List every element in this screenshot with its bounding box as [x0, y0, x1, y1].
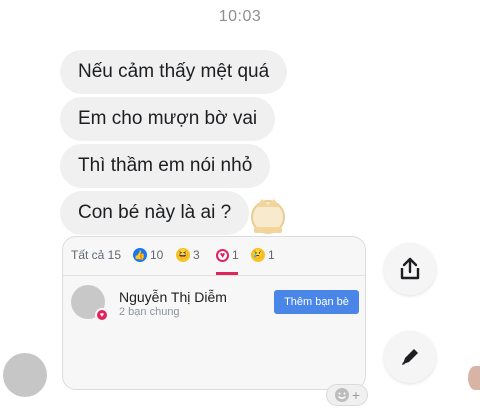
user-name[interactable]: Nguyễn Thị Diễm — [119, 289, 227, 305]
sad-icon: 😢 — [251, 248, 265, 262]
partial-avatar — [468, 366, 480, 390]
message-bubble[interactable]: Em cho mượn bờ vai — [60, 97, 276, 141]
pencil-icon — [402, 349, 418, 365]
love-badge-icon: ♥ — [95, 308, 109, 322]
tab-love[interactable]: ♥ 1 — [216, 248, 239, 262]
share-button[interactable] — [384, 243, 436, 295]
reaction-tabs: Tất cả 15 👍 10 😆 3 ♥ 1 😢 1 — [63, 237, 365, 276]
love-count: 1 — [232, 248, 239, 262]
mutual-friends: 2 bạn chung — [119, 306, 180, 318]
reactions-card: Tất cả 15 👍 10 😆 3 ♥ 1 😢 1 ♥ Nguyễn Thị … — [62, 236, 366, 390]
edit-button[interactable] — [384, 331, 436, 383]
message-bubble[interactable]: Thì thầm em nói nhỏ — [60, 144, 271, 188]
like-count: 10 — [150, 248, 164, 262]
sender-avatar[interactable] — [3, 353, 47, 397]
love-icon: ♥ — [216, 248, 229, 262]
plus-icon: + — [351, 387, 361, 403]
share-icon — [400, 257, 420, 280]
tab-sad[interactable]: 😢 1 — [251, 248, 275, 262]
tab-all-label: Tất cả 15 — [71, 248, 122, 262]
watermark-logo — [251, 199, 285, 234]
add-reaction-button[interactable]: + — [326, 384, 368, 406]
status-time: 10:03 — [218, 8, 262, 25]
like-icon: 👍 — [133, 248, 147, 262]
tab-all-reactions[interactable]: Tất cả 15 — [71, 248, 121, 262]
sad-count: 1 — [268, 248, 275, 262]
message-bubble[interactable]: Con bé này là ai ? — [60, 191, 250, 235]
smiley-icon — [334, 388, 349, 402]
haha-icon: 😆 — [176, 248, 190, 262]
tab-haha[interactable]: 😆 3 — [176, 248, 200, 262]
message-bubble[interactable]: Nếu cảm thấy mệt quá — [60, 50, 288, 94]
tab-like[interactable]: 👍 10 — [133, 248, 163, 262]
active-tab-indicator — [216, 272, 238, 275]
add-friend-button[interactable]: Thêm bạn bè — [274, 290, 359, 314]
haha-count: 3 — [193, 248, 200, 262]
